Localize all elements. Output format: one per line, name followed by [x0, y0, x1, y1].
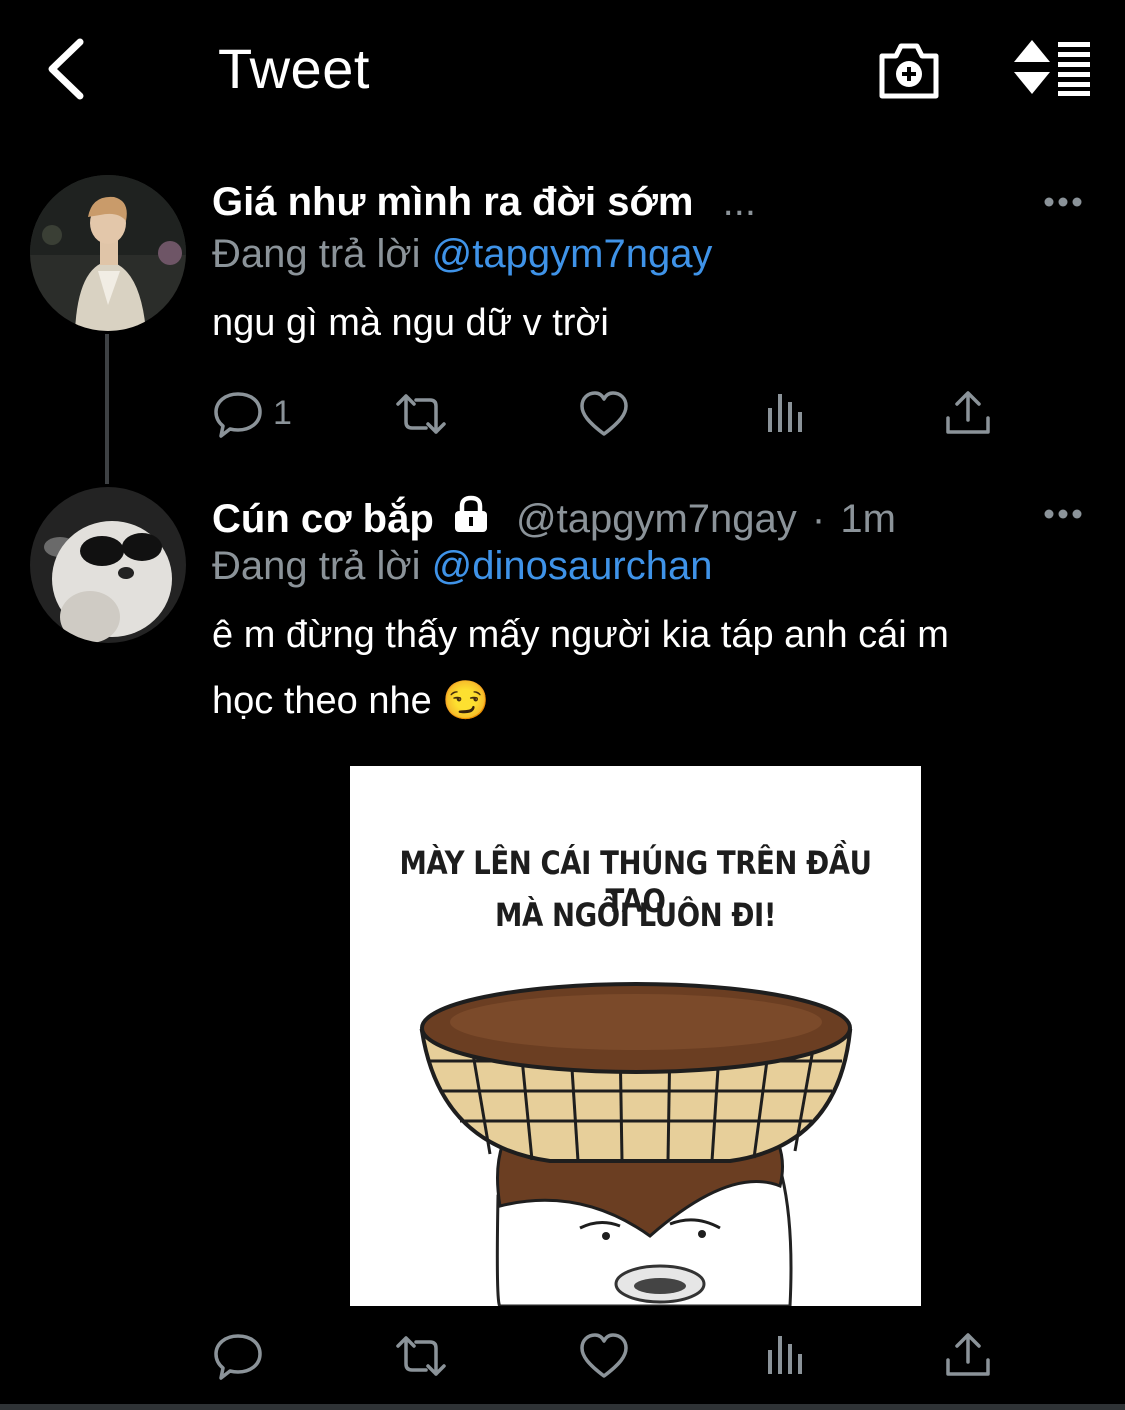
sort-list-icon[interactable] — [1012, 38, 1094, 96]
more-options-icon[interactable] — [1043, 508, 1083, 520]
display-name-text: Cún cơ bắp — [212, 497, 434, 541]
analytics-icon[interactable] — [762, 388, 814, 440]
share-icon[interactable] — [942, 388, 994, 440]
avatar-photo-dog — [30, 487, 186, 643]
handle[interactable]: @tapgym7ngay — [516, 497, 797, 541]
tweet-text: ngu gì mà ngu dữ v trời — [212, 302, 609, 344]
mention-link[interactable]: @tapgym7ngay — [432, 232, 713, 276]
like-heart-icon[interactable] — [578, 1330, 630, 1382]
replying-prefix: Đang trả lời — [212, 232, 421, 276]
name-truncation: ... — [722, 180, 756, 224]
timestamp: 1m — [840, 497, 896, 541]
like-heart-icon[interactable] — [578, 388, 630, 440]
share-icon[interactable] — [942, 1330, 994, 1382]
avatar[interactable] — [30, 487, 186, 643]
tweet-text-line: ê m đừng thấy mấy người kia táp anh cái … — [212, 614, 949, 656]
display-name[interactable]: Cún cơ bắp @tapgym7ngay · 1m — [212, 494, 896, 542]
display-name[interactable]: Giá như mình ra đời sớm ... — [212, 180, 756, 225]
reply-icon[interactable] — [212, 1330, 264, 1382]
avatar[interactable] — [30, 175, 186, 331]
reply-count: 1 — [273, 394, 292, 432]
separator-dot: · — [811, 497, 826, 541]
replying-prefix: Đang trả lời — [212, 544, 421, 588]
divider — [0, 1404, 1125, 1410]
page-title: Tweet — [218, 37, 370, 100]
back-chevron-icon[interactable] — [38, 34, 98, 104]
replying-to: Đang trả lời @dinosaurchan — [212, 544, 712, 589]
reply-icon[interactable] — [212, 388, 264, 440]
mention-link[interactable]: @dinosaurchan — [432, 544, 713, 588]
tweet-media-image[interactable]: MÀY LÊN CÁI THÚNG TRÊN ĐẦU TAO MÀ NGỒI L… — [350, 766, 921, 1306]
more-options-icon[interactable] — [1043, 196, 1083, 208]
thread-connector-line — [105, 334, 109, 484]
avatar-photo-person — [30, 175, 186, 331]
lock-icon — [454, 495, 487, 532]
tweet-text: ê m đừng thấy mấy người kia táp anh cái … — [212, 602, 949, 734]
replying-to: Đang trả lời @tapgym7ngay — [212, 232, 712, 277]
analytics-icon[interactable] — [762, 1330, 814, 1382]
camera-plus-icon[interactable] — [876, 38, 942, 100]
tweet-text-line: học theo nhe 😏 — [212, 680, 490, 722]
meme-basket-head-illustration — [419, 982, 853, 1306]
retweet-icon[interactable] — [392, 388, 450, 440]
display-name-text: Giá như mình ra đời sớm — [212, 180, 694, 224]
retweet-icon[interactable] — [392, 1330, 450, 1382]
